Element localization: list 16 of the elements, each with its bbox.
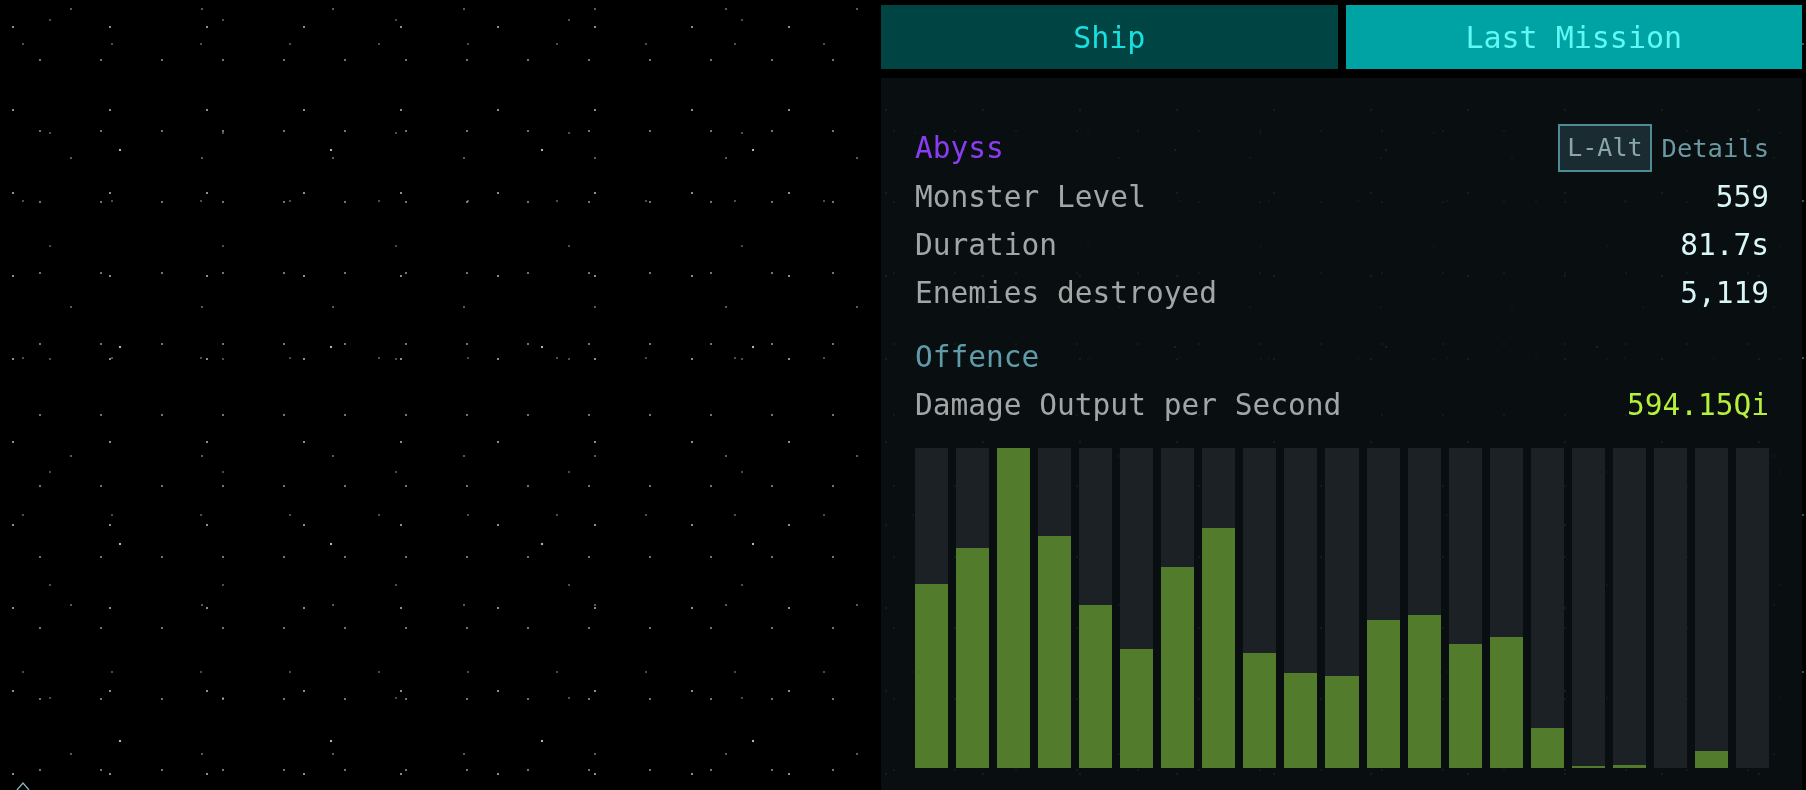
damage-bar [1530,728,1564,768]
stat-value: 5,119 [1680,276,1769,310]
tab[interactable]: Ship [881,5,1338,69]
damage-bar [1694,751,1728,768]
damage-bar [1612,765,1646,768]
stat-label: Enemies destroyed [915,276,1217,310]
details-label: Details [1661,133,1769,163]
stat-value: 81.7s [1680,228,1769,262]
stat-label: Duration [915,228,1058,262]
stat-label: Damage Output per Second [915,388,1342,422]
mission-title: Abyss [915,131,1004,165]
stat-value: 559 [1715,180,1769,214]
stat-label: Monster Level [915,180,1146,214]
section-title: Offence [915,340,1040,374]
key-hint: L-Alt [1558,124,1652,172]
stat-value: 594.15Qi [1626,388,1769,422]
